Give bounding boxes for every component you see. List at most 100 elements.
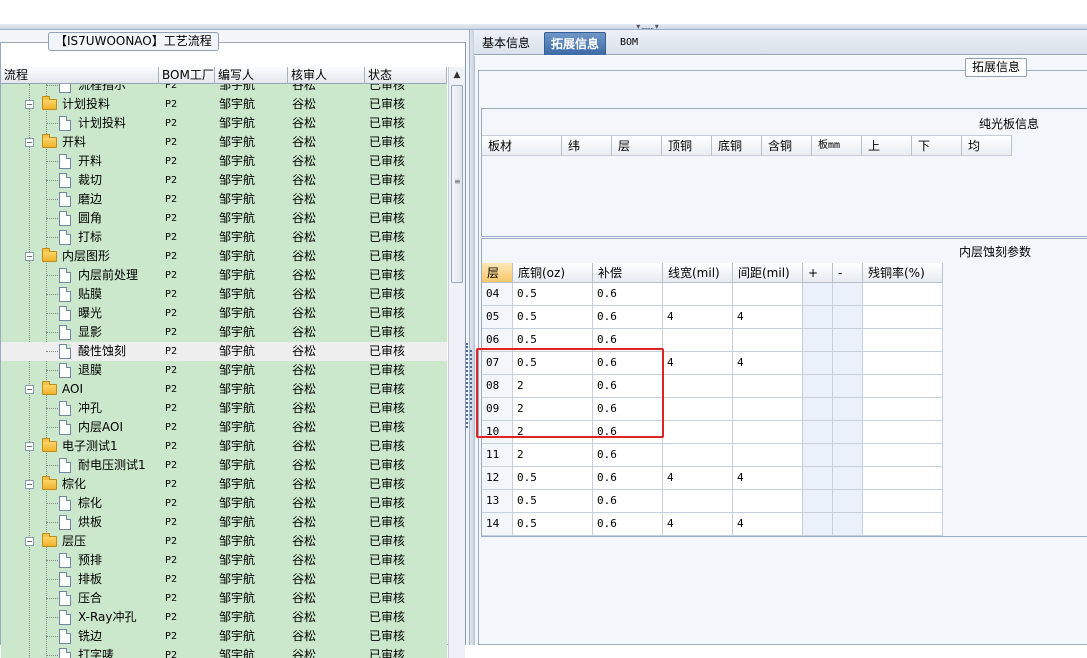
etch-row[interactable]: 04 0.5 0.6	[482, 283, 943, 306]
minus-cell[interactable]	[833, 421, 863, 444]
spacing-cell[interactable]: 4	[733, 467, 803, 490]
tree-row[interactable]: 打字唛 P2 邹宇航 谷松 已审核	[1, 646, 447, 658]
plus-cell[interactable]	[803, 283, 833, 306]
residual-copper-cell[interactable]	[863, 329, 943, 352]
compensation-cell[interactable]: 0.6	[593, 375, 663, 398]
tab-extended-info[interactable]: 拓展信息	[544, 32, 607, 55]
plus-cell[interactable]	[803, 398, 833, 421]
collapse-icon[interactable]: −	[25, 537, 34, 546]
minus-cell[interactable]	[833, 375, 863, 398]
layer-cell[interactable]: 12	[482, 467, 513, 490]
tree-row[interactable]: 压合 P2 邹宇航 谷松 已审核	[1, 589, 447, 608]
collapse-icon[interactable]: −	[25, 100, 34, 109]
tree-row[interactable]: 耐电压测试1 P2 邹宇航 谷松 已审核	[1, 456, 447, 475]
minus-cell[interactable]	[833, 513, 863, 536]
etch-row[interactable]: 14 0.5 0.6 4 4	[482, 513, 943, 536]
base-copper-cell[interactable]: 2	[513, 398, 593, 421]
line-width-cell[interactable]	[663, 375, 733, 398]
col-board-mm[interactable]: 板mm	[812, 136, 862, 156]
layer-cell[interactable]: 09	[482, 398, 513, 421]
layer-cell[interactable]: 07	[482, 352, 513, 375]
tree-row[interactable]: 裁切 P2 邹宇航 谷松 已审核	[1, 171, 447, 190]
base-copper-cell[interactable]: 0.5	[513, 329, 593, 352]
tree-node[interactable]: 显影	[1, 323, 159, 342]
line-width-cell[interactable]	[663, 329, 733, 352]
tree-row[interactable]: 排板 P2 邹宇航 谷松 已审核	[1, 570, 447, 589]
col-top-copper[interactable]: 顶铜	[662, 136, 712, 156]
col-average[interactable]: 均	[962, 136, 1012, 156]
etch-row[interactable]: 09 2 0.6	[482, 398, 943, 421]
compensation-cell[interactable]: 0.6	[593, 306, 663, 329]
line-width-cell[interactable]	[663, 283, 733, 306]
col-spacing[interactable]: 间距(mil)	[733, 263, 803, 283]
plus-cell[interactable]	[803, 329, 833, 352]
spacing-cell[interactable]: 4	[733, 306, 803, 329]
col-upper[interactable]: 上	[862, 136, 912, 156]
tree-node[interactable]: 内层前处理	[1, 266, 159, 285]
column-header-writer[interactable]: 编写人	[215, 67, 288, 84]
tree-row[interactable]: 退膜 P2 邹宇航 谷松 已审核	[1, 361, 447, 380]
tree-row[interactable]: 开料 P2 邹宇航 谷松 已审核	[1, 152, 447, 171]
etch-row[interactable]: 12 0.5 0.6 4 4	[482, 467, 943, 490]
residual-copper-cell[interactable]	[863, 444, 943, 467]
residual-copper-cell[interactable]	[863, 352, 943, 375]
tree-row[interactable]: 预排 P2 邹宇航 谷松 已审核	[1, 551, 447, 570]
minus-cell[interactable]	[833, 444, 863, 467]
col-copper-content[interactable]: 含铜	[762, 136, 812, 156]
residual-copper-cell[interactable]	[863, 306, 943, 329]
etch-row[interactable]: 08 2 0.6	[482, 375, 943, 398]
residual-copper-cell[interactable]	[863, 375, 943, 398]
tree-node[interactable]: − 开料	[1, 133, 159, 152]
tree-node[interactable]: 曝光	[1, 304, 159, 323]
tree-row[interactable]: − 开料 P2 邹宇航 谷松 已审核	[1, 133, 447, 152]
etch-row[interactable]: 11 2 0.6	[482, 444, 943, 467]
base-copper-cell[interactable]: 0.5	[513, 306, 593, 329]
col-line-width[interactable]: 线宽(mil)	[663, 263, 733, 283]
tree-row[interactable]: − 电子测试1 P2 邹宇航 谷松 已审核	[1, 437, 447, 456]
base-copper-cell[interactable]: 0.5	[513, 490, 593, 513]
tab-bom[interactable]: BOM	[614, 32, 644, 55]
plus-cell[interactable]	[803, 352, 833, 375]
spacing-cell[interactable]	[733, 329, 803, 352]
residual-copper-cell[interactable]	[863, 283, 943, 306]
col-plus[interactable]: +	[803, 263, 833, 283]
tree-node[interactable]: 棕化	[1, 494, 159, 513]
tree-row[interactable]: 磨边 P2 邹宇航 谷松 已审核	[1, 190, 447, 209]
residual-copper-cell[interactable]	[863, 467, 943, 490]
line-width-cell[interactable]	[663, 444, 733, 467]
tree-row[interactable]: 烘板 P2 邹宇航 谷松 已审核	[1, 513, 447, 532]
tree-node[interactable]: − AOI	[1, 380, 159, 399]
col-residual-copper[interactable]: 残铜率(%)	[863, 263, 943, 283]
col-bottom-copper[interactable]: 底铜	[712, 136, 762, 156]
compensation-cell[interactable]: 0.6	[593, 329, 663, 352]
plus-cell[interactable]	[803, 306, 833, 329]
col-base-copper[interactable]: 底铜(oz)	[513, 263, 593, 283]
column-header-status[interactable]: 状态	[365, 67, 447, 84]
tree-node[interactable]: − 计划投料	[1, 95, 159, 114]
collapse-icon[interactable]: −	[25, 442, 34, 451]
tree-node[interactable]: 贴膜	[1, 285, 159, 304]
tree-node[interactable]: 耐电压测试1	[1, 456, 159, 475]
col-weft[interactable]: 纬	[562, 136, 612, 156]
tree-node[interactable]: X-Ray冲孔	[1, 608, 159, 627]
tree-row[interactable]: 酸性蚀刻 P2 邹宇航 谷松 已审核	[1, 342, 447, 361]
minus-cell[interactable]	[833, 329, 863, 352]
scroll-up-icon[interactable]: ▲	[451, 69, 463, 81]
tree-row[interactable]: 曝光 P2 邹宇航 谷松 已审核	[1, 304, 447, 323]
plus-cell[interactable]	[803, 490, 833, 513]
tab-basic-info[interactable]: 基本信息	[476, 32, 536, 55]
base-copper-cell[interactable]: 2	[513, 444, 593, 467]
tree-row[interactable]: − AOI P2 邹宇航 谷松 已审核	[1, 380, 447, 399]
col-layer[interactable]: 层	[612, 136, 662, 156]
tree-node[interactable]: 打标	[1, 228, 159, 247]
tree-node[interactable]: − 棕化	[1, 475, 159, 494]
layer-cell[interactable]: 14	[482, 513, 513, 536]
collapse-icon[interactable]: −	[25, 480, 34, 489]
tree-row[interactable]: 计划投料 P2 邹宇航 谷松 已审核	[1, 114, 447, 133]
plus-cell[interactable]	[803, 467, 833, 490]
tree-node[interactable]: 开料	[1, 152, 159, 171]
tree-node[interactable]: − 电子测试1	[1, 437, 159, 456]
layer-cell[interactable]: 06	[482, 329, 513, 352]
col-compensation[interactable]: 补偿	[593, 263, 663, 283]
minus-cell[interactable]	[833, 467, 863, 490]
